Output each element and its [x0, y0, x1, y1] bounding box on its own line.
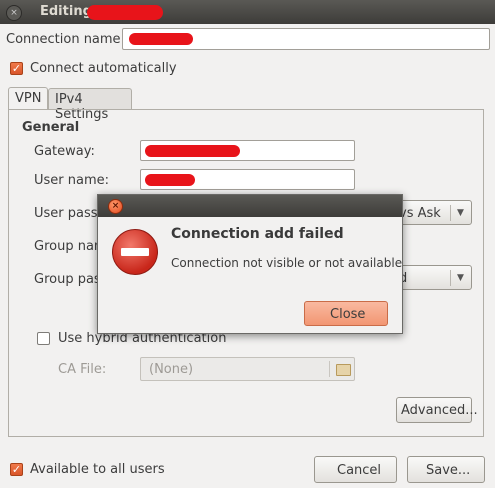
combo-separator: [450, 270, 451, 286]
tab-vpn[interactable]: VPN: [8, 87, 48, 110]
connection-name-input[interactable]: [122, 28, 490, 50]
available-all-users-label: Available to all users: [30, 462, 165, 477]
save-button[interactable]: Save...: [407, 456, 485, 483]
window-title: Editing: [40, 4, 92, 19]
redacted-value: [129, 33, 193, 45]
dialog-close-button-label: Close: [330, 307, 366, 322]
dialog-close-button[interactable]: Close: [304, 301, 388, 326]
error-icon-bar: [121, 248, 149, 256]
user-password-combo-value: vs Ask: [399, 206, 441, 221]
username-input[interactable]: [140, 169, 355, 190]
chooser-separator: [329, 361, 330, 377]
dialog-title: Connection add failed: [171, 226, 344, 242]
cancel-button[interactable]: Cancel: [314, 456, 397, 483]
error-dialog: × Connection add failed Connection not v…: [97, 194, 403, 334]
username-label: User name:: [34, 173, 110, 188]
error-icon: [112, 229, 158, 275]
advanced-button[interactable]: Advanced...: [396, 397, 478, 423]
ca-file-label: CA File:: [58, 362, 107, 377]
dialog-titlebar: ×: [98, 195, 402, 217]
cancel-button-label: Cancel: [337, 463, 382, 478]
connect-automatically-label: Connect automatically: [30, 61, 177, 76]
close-icon[interactable]: ×: [6, 5, 22, 21]
window-titlebar: × Editing: [0, 0, 495, 24]
gateway-label: Gateway:: [34, 144, 95, 159]
ca-file-value: (None): [149, 362, 194, 377]
hybrid-auth-checkbox[interactable]: [37, 332, 50, 345]
chevron-down-icon: ▼: [457, 273, 464, 283]
general-heading: General: [22, 120, 80, 135]
connect-automatically-checkbox[interactable]: ✓: [10, 62, 23, 75]
available-all-users-checkbox[interactable]: ✓: [10, 463, 23, 476]
ca-file-chooser[interactable]: (None): [140, 357, 355, 381]
connection-name-label: Connection name:: [6, 32, 125, 47]
redacted-value: [145, 174, 195, 186]
tab-ipv4-settings[interactable]: IPv4 Settings: [48, 88, 132, 122]
close-icon[interactable]: ×: [108, 199, 123, 214]
folder-icon: [336, 364, 351, 376]
redacted-value: [145, 145, 240, 157]
combo-separator: [450, 205, 451, 221]
redacted-title: [87, 5, 163, 20]
group-name-label: Group nam: [34, 239, 107, 254]
save-button-label: Save...: [426, 463, 471, 478]
gateway-input[interactable]: [140, 140, 355, 161]
advanced-button-label: Advanced...: [401, 403, 478, 418]
chevron-down-icon: ▼: [457, 208, 464, 218]
dialog-message: Connection not visible or not available: [171, 256, 403, 270]
